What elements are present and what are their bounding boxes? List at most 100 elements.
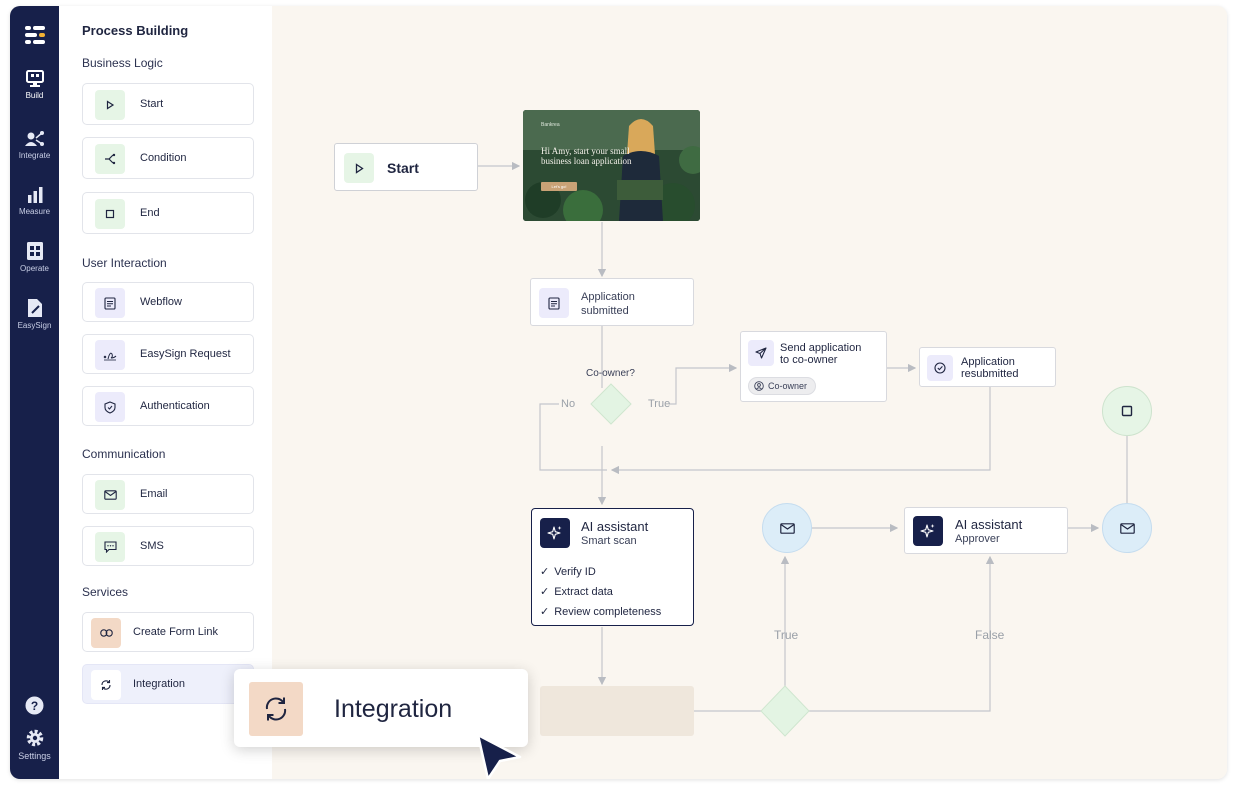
sync-icon (249, 682, 303, 736)
mouse-cursor-icon (476, 733, 522, 779)
dragged-card-label: Integration (334, 695, 453, 723)
nav-build[interactable]: Build (10, 70, 59, 100)
ai-smart-title: AI assistant (581, 519, 649, 534)
section-user-interaction: User Interaction (82, 256, 167, 270)
integrate-icon (24, 131, 44, 146)
flow-node-application-submitted[interactable]: Application submitted (530, 278, 694, 326)
flow-node-send-application[interactable]: Send application to co-owner Co-owner (740, 331, 887, 402)
send-application-label: Send application to co-owner (780, 342, 861, 366)
palette-item-condition[interactable]: Condition (82, 137, 254, 179)
palette-item-start[interactable]: Start (82, 83, 254, 125)
palette-item-sms[interactable]: SMS (82, 526, 254, 566)
branch-icon (95, 144, 125, 174)
flow-node-application-resubmitted[interactable]: Application resubmitted (919, 347, 1056, 387)
build-icon (25, 70, 44, 87)
flow-node-email-1[interactable] (762, 503, 812, 553)
palette-item-label: EasySign Request (140, 348, 231, 360)
nav-integrate[interactable]: Integrate (10, 130, 59, 160)
hero-brand: Bankrea (541, 122, 560, 128)
sparkle-icon (540, 518, 570, 548)
envelope-icon (779, 522, 795, 534)
resubmitted-line-1: Application (961, 356, 1015, 368)
nav-easysign-label: EasySign (17, 321, 52, 330)
envelope-icon (95, 480, 125, 510)
palette-item-label: Create Form Link (133, 626, 218, 638)
branch-true-label: True (774, 628, 799, 642)
nav-integrate-label: Integrate (18, 151, 51, 160)
check-circle-icon (927, 355, 953, 381)
palette-panel: Process Building Business Logic Start Co… (59, 6, 272, 779)
chat-bubble-icon (95, 532, 125, 562)
palette-item-label: Authentication (140, 400, 210, 412)
nav-operate[interactable]: Operate (10, 241, 59, 273)
application-resubmitted-label: Application resubmitted (961, 356, 1018, 380)
nav-settings-label: Settings (18, 751, 51, 761)
palette-item-label: Start (140, 98, 164, 110)
nav-build-label: Build (25, 91, 44, 100)
send-application-line-1: Send application (780, 342, 862, 354)
ai-approver-title: AI assistant (955, 517, 1023, 532)
flow-node-ai-smart-scan[interactable]: AI assistant Smart scan ✓ Verify ID ✓ Extr… (531, 508, 694, 626)
palette-item-label: Email (140, 488, 168, 500)
nav-rail: Build Integrate Measure Operate EasySign… (10, 6, 59, 779)
gear-icon (26, 729, 43, 747)
measure-icon (27, 187, 42, 203)
start-node-label: Start (387, 160, 419, 176)
resubmitted-line-2: resubmitted (961, 368, 1019, 380)
check-label: Extract data (554, 586, 613, 598)
signature-icon (95, 340, 125, 370)
check-item: ✓ Extract data (540, 582, 661, 602)
co-owner-tag-label: Co-owner (768, 381, 808, 391)
flow-node-end[interactable] (1102, 386, 1152, 436)
envelope-icon (1119, 522, 1135, 534)
help-icon[interactable]: ? (25, 696, 44, 715)
app-window: Build Integrate Measure Operate EasySign… (10, 6, 1227, 779)
branch-diamond (760, 685, 810, 737)
panel-title: Process Building (82, 23, 189, 38)
check-icon: ✓ (540, 586, 550, 598)
ai-smart-checklist: ✓ Verify ID ✓ Extract data ✓ Review complet… (540, 562, 661, 622)
section-business-logic: Business Logic (82, 56, 163, 70)
document-icon (539, 288, 569, 318)
link-icon (91, 618, 121, 648)
send-application-line-2: to co-owner (780, 354, 838, 366)
flow-node-start[interactable]: Start (334, 143, 478, 191)
check-icon: ✓ (540, 606, 550, 618)
stop-icon (95, 199, 125, 229)
shield-icon (95, 392, 125, 422)
palette-item-integration[interactable]: Integration (82, 664, 254, 704)
hero-cta-button[interactable]: Let's go! (541, 182, 577, 191)
nav-settings[interactable]: Settings (10, 728, 59, 761)
hero-image[interactable]: Bankrea Hi Amy, start your small busines… (523, 110, 700, 221)
operate-icon (26, 242, 43, 260)
palette-item-authentication[interactable]: Authentication (82, 386, 254, 426)
palette-item-create-form-link[interactable]: Create Form Link (82, 612, 254, 652)
co-owner-question: Co-owner? (586, 368, 635, 379)
hero-headline: Hi Amy, start your small business loan a… (541, 146, 632, 166)
flow-node-ai-approver[interactable]: AI assistant Approver (904, 507, 1068, 554)
flow-canvas[interactable]: Start Bankrea Hi Amy, start your small b… (272, 6, 1227, 779)
palette-item-label: End (140, 207, 160, 219)
nav-easysign[interactable]: EasySign (10, 298, 59, 330)
sparkle-icon (913, 516, 943, 546)
palette-item-label: Webflow (140, 296, 182, 308)
branch-false-label: False (975, 628, 1005, 642)
nav-operate-label: Operate (20, 264, 49, 273)
check-item: ✓ Review completeness (540, 602, 661, 622)
true-branch-label: True (648, 398, 671, 410)
svg-text:?: ? (31, 699, 38, 713)
play-icon (95, 90, 125, 120)
application-submitted-label: Application submitted (581, 291, 635, 317)
flow-node-email-2[interactable] (1102, 503, 1152, 553)
palette-item-end[interactable]: End (82, 192, 254, 234)
palette-item-easysign[interactable]: EasySign Request (82, 334, 254, 374)
condition-diamond (590, 383, 632, 425)
palette-item-email[interactable]: Email (82, 474, 254, 514)
app-logo-icon (25, 26, 45, 44)
section-services: Services (82, 585, 129, 599)
co-owner-tag: Co-owner (748, 377, 817, 395)
palette-item-webflow[interactable]: Webflow (82, 282, 254, 322)
document-icon (95, 288, 125, 318)
send-icon (748, 340, 774, 366)
nav-measure[interactable]: Measure (10, 186, 59, 216)
